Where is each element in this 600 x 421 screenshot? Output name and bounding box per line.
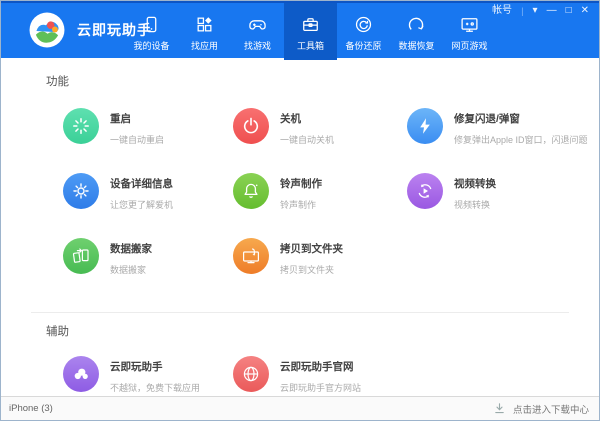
download-icon — [493, 402, 506, 415]
tab-find-games[interactable]: 找游戏 — [231, 3, 284, 60]
functions-grid: 重启 一键自动重启 关机 一键自动关机 — [63, 108, 599, 303]
phone-icon — [142, 14, 162, 34]
toolbox-icon — [301, 14, 321, 34]
header: 云即玩助手 我的设备 — [1, 1, 599, 58]
tab-label: 网页游戏 — [451, 39, 487, 52]
tool-title: 修复闪退/弹窗 — [454, 111, 588, 126]
maximize-button[interactable]: □ — [566, 5, 572, 17]
tool-title: 云即玩助手官网 — [280, 359, 361, 374]
gear-icon — [63, 173, 99, 209]
tool-item-device-info[interactable]: 设备详细信息 让您更了解爱机 — [63, 173, 233, 238]
tool-subtitle: 修复弹出Apple ID窗口，闪退问题 — [454, 133, 588, 146]
section-title-functions: 功能 — [1, 58, 599, 89]
tool-title: 铃声制作 — [280, 176, 322, 191]
tab-toolbox[interactable]: 工具箱 — [284, 3, 337, 60]
main-content: 功能 重启 一键自动重启 — [1, 58, 599, 396]
tab-web-games[interactable]: 网页游戏 — [443, 3, 496, 60]
app-logo-icon — [29, 12, 65, 48]
tab-label: 我的设备 — [133, 39, 169, 52]
tool-title: 视频转换 — [454, 176, 496, 191]
tool-subtitle: 数据搬家 — [110, 263, 152, 276]
device-label: iPhone (3) — [9, 403, 53, 414]
data-recovery-icon — [407, 14, 427, 34]
tab-label: 备份还原 — [345, 39, 381, 52]
tool-item-official-site[interactable]: 云即玩助手官网 云即玩助手官方网站 — [233, 356, 407, 396]
tab-label: 找游戏 — [244, 39, 271, 52]
tool-title: 数据搬家 — [110, 241, 152, 256]
apps-icon — [195, 14, 215, 34]
power-icon — [233, 108, 269, 144]
tool-subtitle: 云即玩助手官方网站 — [280, 381, 361, 394]
tool-subtitle: 铃声制作 — [280, 198, 322, 211]
tool-item-cloud-assistant[interactable]: 云即玩助手 不越狱，免费下载应用 — [63, 356, 233, 396]
tab-backup-restore[interactable]: 备份还原 — [337, 3, 390, 60]
tool-subtitle: 不越狱，免费下载应用 — [110, 381, 200, 394]
tool-subtitle: 视频转换 — [454, 198, 496, 211]
main-nav: 我的设备 找应用 — [125, 3, 496, 60]
video-convert-icon — [407, 173, 443, 209]
tab-find-apps[interactable]: 找应用 — [178, 3, 231, 60]
tool-subtitle: 一键自动重启 — [110, 133, 164, 146]
tab-my-devices[interactable]: 我的设备 — [125, 3, 178, 60]
download-center-label: 点击进入下载中心 — [513, 402, 589, 416]
backup-restore-icon — [354, 14, 374, 34]
cloud-assistant-icon — [63, 356, 99, 392]
tab-label: 工具箱 — [297, 39, 324, 52]
bell-icon — [233, 173, 269, 209]
tool-subtitle: 让您更了解爱机 — [110, 198, 173, 211]
tool-title: 设备详细信息 — [110, 176, 173, 191]
lightning-icon — [407, 108, 443, 144]
titlebar-controls: 帐号 | ▾ — □ ✕ — [492, 5, 589, 17]
tab-data-recovery[interactable]: 数据恢复 — [390, 3, 443, 60]
tool-subtitle: 拷贝到文件夹 — [280, 263, 343, 276]
tool-item-fix-crash[interactable]: 修复闪退/弹窗 修复弹出Apple ID窗口，闪退问题 — [407, 108, 599, 173]
tool-title: 重启 — [110, 111, 164, 126]
tool-title: 关机 — [280, 111, 334, 126]
tab-label: 数据恢复 — [398, 39, 434, 52]
auxiliary-grid: 云即玩助手 不越狱，免费下载应用 云即玩助手官网 云即玩助手官方网站 — [63, 356, 599, 396]
app-window: 云即玩助手 我的设备 — [0, 0, 600, 421]
tool-title: 拷贝到文件夹 — [280, 241, 343, 256]
tool-item-video-convert[interactable]: 视频转换 视频转换 — [407, 173, 599, 238]
tool-title: 云即玩助手 — [110, 359, 200, 374]
globe-icon — [233, 356, 269, 392]
data-transfer-icon — [63, 238, 99, 274]
section-title-auxiliary: 辅助 — [1, 313, 599, 339]
restart-icon — [63, 108, 99, 144]
tab-label: 找应用 — [191, 39, 218, 52]
close-button[interactable]: ✕ — [581, 5, 589, 17]
copy-folder-icon — [233, 238, 269, 274]
minimize-button[interactable]: — — [547, 5, 557, 17]
titlebar-divider: | — [521, 6, 523, 17]
tool-item-restart[interactable]: 重启 一键自动重启 — [63, 108, 233, 173]
tool-subtitle: 一键自动关机 — [280, 133, 334, 146]
statusbar: iPhone (3) 点击进入下载中心 — [1, 396, 599, 420]
download-center-button[interactable]: 点击进入下载中心 — [493, 402, 589, 416]
tool-item-ringtone[interactable]: 铃声制作 铃声制作 — [233, 173, 407, 238]
account-button[interactable]: 帐号 — [492, 5, 512, 17]
menu-dropdown-icon[interactable]: ▾ — [533, 5, 538, 17]
web-games-icon — [460, 14, 480, 34]
tool-item-copy-folder[interactable]: 拷贝到文件夹 拷贝到文件夹 — [233, 238, 407, 303]
gamepad-icon — [248, 14, 268, 34]
tool-item-shutdown[interactable]: 关机 一键自动关机 — [233, 108, 407, 173]
tool-item-data-migrate[interactable]: 数据搬家 数据搬家 — [63, 238, 233, 303]
